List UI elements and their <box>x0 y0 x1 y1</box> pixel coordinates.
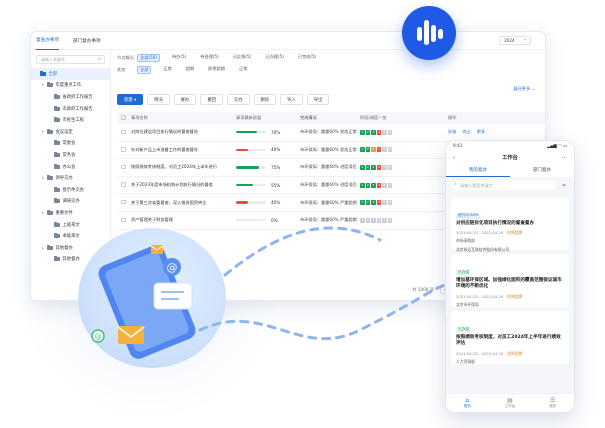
svg-text:@: @ <box>167 261 178 274</box>
card-department: 人力资源部 <box>456 359 475 365</box>
bottom-nav: ⌂ 首页 ▤ 工作台 ☰ 我的 <box>446 393 574 412</box>
at-sign-icon-small: @ <box>91 329 105 343</box>
more-icon[interactable]: ··· <box>562 151 567 165</box>
status-time: 9:41 <box>453 143 463 148</box>
tab-my-supervision[interactable]: 我的督办 <box>446 165 510 177</box>
mobile-search-input[interactable]: 请输入搜索关键字 <box>452 180 556 190</box>
card-date-range: 2021.04.25 - 2022.04.25 <box>456 351 504 357</box>
status-tag: 已办结 <box>456 269 472 276</box>
card-title: 对供应链优化项目执行情况的督查督办 <box>456 220 535 226</box>
card-title: 增加基环保区域。加强绿化面积的覆盖范围保证城市环境的不断优化 <box>456 277 562 290</box>
mobile-search-row: 请输入搜索关键字 ⏷ <box>446 177 574 194</box>
card-dates: 2021.04.25 - 2022.04.25 即将超期 <box>456 294 564 300</box>
mobile-title: 工作台 <box>502 155 518 161</box>
card-date-range: 2021.04.25 - 2022.04.25 <box>456 294 504 300</box>
nav-icon: ⌂ <box>465 397 470 404</box>
card-dates: 2021.04.25 - 2022.04.25 即将超期 <box>456 230 564 236</box>
back-icon[interactable]: ‹ <box>453 151 455 165</box>
card-organization: 北京致远互联软件股份有限公司 <box>456 246 510 252</box>
filter-icon[interactable]: ⏷ <box>560 182 568 190</box>
nav-label: 工作台 <box>504 404 516 408</box>
card-dates: 2021.04.25 - 2022.04.25 即将超期 <box>456 351 564 357</box>
mobile-tabs: 我的督办 部门督办 <box>446 165 574 177</box>
mobile-screen: 9:41 ▂▄▆ ◠ ▭ ‹ 工作台 ··· 我的督办 部门督办 请输入搜索关键… <box>445 140 575 413</box>
card-date-range: 2021.04.25 - 2022.04.25 <box>456 230 504 236</box>
task-card[interactable]: 已办结 按照绩效考核制度，对员工2024年上半年进行绩效评估 2021.04.25 … <box>451 311 569 364</box>
card-list: 进行中 80% 对供应链优化项目执行情况的督查督办 2021.04.25 - 202… <box>446 197 574 364</box>
nav-item[interactable]: ☰ 我的 <box>531 394 574 412</box>
deadline-flag: 即将超期 <box>507 230 523 236</box>
dash-curve-lower <box>198 283 447 341</box>
nav-label: 首页 <box>463 404 471 408</box>
signal-battery-icon: ▂▄▆ ◠ ▭ <box>547 143 567 148</box>
envelope-icon-large <box>117 326 145 344</box>
card-title: 按照绩效考核制度，对员工2024年上半年进行绩效评估 <box>456 334 561 347</box>
deadline-flag: 即将超期 <box>507 294 523 300</box>
tab-dept-supervision[interactable]: 部门督办 <box>510 165 574 177</box>
nav-label: 我的 <box>549 404 557 408</box>
nav-icon: ☰ <box>549 397 556 404</box>
deadline-flag: 即将超期 <box>507 351 523 357</box>
nav-icon: ▤ <box>507 397 513 404</box>
status-tag: 已办结 <box>456 326 472 333</box>
envelope-icon-small <box>150 245 164 254</box>
dash-curve-upper <box>223 226 382 277</box>
chat-bubble-icon <box>153 282 193 310</box>
nav-item[interactable]: ▤ 工作台 <box>489 394 532 412</box>
mobile-header: ‹ 工作台 ··· <box>446 151 574 165</box>
task-card[interactable]: 已办结 增加基环保区域。加强绿化面积的覆盖范围保证城市环境的不断优化 2021.04… <box>451 254 569 307</box>
card-department: 北京市环保局 <box>456 302 479 308</box>
svg-text:@: @ <box>95 333 102 341</box>
status-tag: 进行中 80% <box>456 212 481 219</box>
nav-item[interactable]: ⌂ 首页 <box>446 394 489 412</box>
card-department: 市场采购部 <box>456 238 475 244</box>
task-card[interactable]: 进行中 80% 对供应链优化项目执行情况的督查督办 2021.04.25 - 202… <box>451 197 569 252</box>
status-bar: 9:41 ▂▄▆ ◠ ▭ <box>446 141 574 151</box>
at-sign-icon: @ <box>163 258 181 276</box>
